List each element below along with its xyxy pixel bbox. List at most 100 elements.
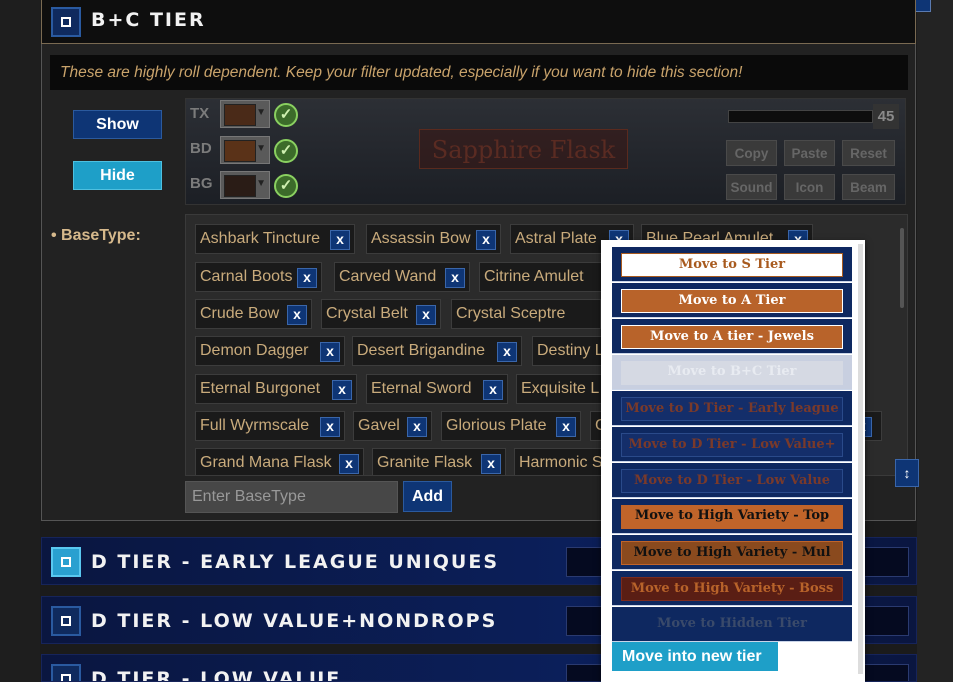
icon-button[interactable]: Icon [784, 174, 835, 200]
background-color-swatch [224, 175, 256, 197]
remove-tag-button[interactable]: x [297, 268, 317, 288]
menu-item-move-hv-boss[interactable]: Move to High Variety - Boss [612, 571, 852, 606]
tag-label: Carved Wand [339, 268, 437, 285]
remove-tag-button[interactable]: x [330, 230, 350, 250]
sound-button[interactable]: Sound [726, 174, 777, 200]
d-low-tier-toggle[interactable] [51, 664, 81, 681]
background-color-label: BG [190, 175, 213, 192]
menu-item-move-d-low-plus[interactable]: Move to D Tier - Low Value+ [612, 427, 852, 462]
tag-label: Astral Plate [515, 230, 597, 247]
menu-item-move-bc: Move to B+C Tier [612, 355, 852, 390]
basetype-tag: Carnal Boots x [195, 262, 322, 292]
basetype-tag: Crystal Sceptre [451, 299, 601, 329]
add-basetype-button[interactable]: Add [403, 481, 452, 512]
background-color-enabled-check-icon[interactable]: ✓ [274, 174, 298, 198]
beam-button[interactable]: Beam [842, 174, 895, 200]
bc-tier-header[interactable]: B+C TIER [41, 0, 916, 44]
menu-item-move-a-jewels[interactable]: Move to A tier - Jewels [612, 319, 852, 354]
basetype-tag: Grand Mana Flask x [195, 448, 364, 475]
d-low-nondrops-tier-toggle[interactable] [51, 606, 81, 636]
paste-button[interactable]: Paste [784, 140, 835, 166]
basetype-tag: Carved Wand x [334, 262, 470, 292]
font-size-value: 45 [873, 104, 899, 129]
tag-label: Assassin Bow [371, 230, 471, 247]
checkbox-icon [61, 17, 71, 27]
basetype-tag: Granite Flask x [372, 448, 506, 475]
menu-item-label: Move to A tier - Jewels [621, 325, 843, 349]
menu-scrollbar[interactable] [858, 244, 863, 674]
tier-title: D TIER - LOW VALUE+NONDROPS [91, 610, 498, 632]
menu-item-move-hidden[interactable]: Move to Hidden Tier [612, 607, 852, 642]
basetype-tag: Desert Brigandine x [352, 336, 522, 366]
tag-label: Eternal Sword [371, 380, 472, 397]
menu-item-move-s[interactable]: Move to S Tier [612, 247, 852, 282]
tag-label: Demon Dagger [200, 342, 309, 359]
show-button[interactable]: Show [73, 110, 162, 139]
tag-list-scrollbar[interactable] [900, 228, 904, 308]
caret-down-icon: ▼ [256, 107, 266, 118]
basetype-tag: Crude Bow x [195, 299, 312, 329]
border-color-enabled-check-icon[interactable]: ✓ [274, 139, 298, 163]
checked-box-icon [61, 557, 71, 567]
menu-item-label: Move to D Tier - Low Value+ [621, 433, 843, 457]
tag-label: Desert Brigandine [357, 342, 486, 359]
tag-label: Crude Bow [200, 305, 280, 322]
menu-item-label: Move to A Tier [621, 289, 843, 313]
right-gutter [917, 0, 953, 682]
tag-label: Crystal Belt [326, 305, 408, 322]
tag-label: Citrine Amulet [484, 268, 584, 285]
font-size-slider[interactable] [728, 110, 873, 123]
hide-button[interactable]: Hide [73, 161, 162, 190]
remove-tag-button[interactable]: x [556, 417, 576, 437]
tag-label: Glorious Plate [446, 417, 547, 434]
tag-label: Carnal Boots [200, 268, 293, 285]
caret-down-icon: ▼ [256, 178, 266, 189]
remove-tag-button[interactable]: x [481, 454, 501, 474]
text-color-enabled-check-icon[interactable]: ✓ [274, 103, 298, 127]
menu-item-label: Move to D Tier - Low Value [621, 469, 843, 493]
move-into-new-tier-button[interactable]: Move into new tier [612, 642, 778, 671]
reset-button[interactable]: Reset [842, 140, 895, 166]
basetype-tag: Ashbark Tincture x [195, 224, 355, 254]
basetype-tag: Gavel x [353, 411, 432, 441]
basetype-tag: Citrine Amulet [479, 262, 619, 292]
tier-note: These are highly roll dependent. Keep yo… [50, 55, 908, 90]
copy-button[interactable]: Copy [726, 140, 777, 166]
remove-tag-button[interactable]: x [476, 230, 496, 250]
remove-tag-button[interactable]: x [445, 268, 465, 288]
remove-tag-button[interactable]: x [497, 342, 517, 362]
basetype-label: • BaseType: [51, 227, 141, 244]
menu-item-move-d-low[interactable]: Move to D Tier - Low Value [612, 463, 852, 498]
text-color-picker[interactable]: ▼ [220, 100, 270, 128]
tag-label: Harmonic S [519, 454, 603, 471]
basetype-tag: Eternal Sword x [366, 374, 508, 404]
background-color-picker[interactable]: ▼ [220, 171, 270, 199]
border-color-picker[interactable]: ▼ [220, 136, 270, 164]
move-tag-button[interactable]: ↕ [895, 459, 919, 487]
basetype-tag: Harmonic S [514, 448, 614, 475]
remove-tag-button[interactable]: x [332, 380, 352, 400]
tag-label: Full Wyrmscale [200, 417, 310, 434]
bc-tier-toggle[interactable] [51, 7, 81, 37]
tag-label: Eternal Burgonet [200, 380, 321, 397]
menu-item-label: Move to High Variety - Boss [621, 577, 843, 601]
menu-item-move-hv-top[interactable]: Move to High Variety - Top [612, 499, 852, 534]
menu-item-move-a[interactable]: Move to A Tier [612, 283, 852, 318]
menu-item-move-hv-mul[interactable]: Move to High Variety - Mul [612, 535, 852, 570]
menu-item-label: Move to B+C Tier [621, 361, 843, 385]
tier-title: D TIER - EARLY LEAGUE UNIQUES [91, 551, 500, 573]
checkbox-icon [61, 616, 71, 626]
remove-tag-button[interactable]: x [287, 305, 307, 325]
remove-tag-button[interactable]: x [339, 454, 359, 474]
remove-tag-button[interactable]: x [320, 417, 340, 437]
item-name-preview: Sapphire Flask [419, 129, 628, 169]
text-color-swatch [224, 104, 256, 126]
remove-tag-button[interactable]: x [320, 342, 340, 362]
menu-item-label: Move to S Tier [621, 253, 843, 277]
remove-tag-button[interactable]: x [416, 305, 436, 325]
basetype-input[interactable]: Enter BaseType [185, 481, 398, 513]
menu-item-move-d-early[interactable]: Move to D Tier - Early league [612, 391, 852, 426]
remove-tag-button[interactable]: x [407, 417, 427, 437]
d-early-tier-toggle[interactable] [51, 547, 81, 577]
remove-tag-button[interactable]: x [483, 380, 503, 400]
